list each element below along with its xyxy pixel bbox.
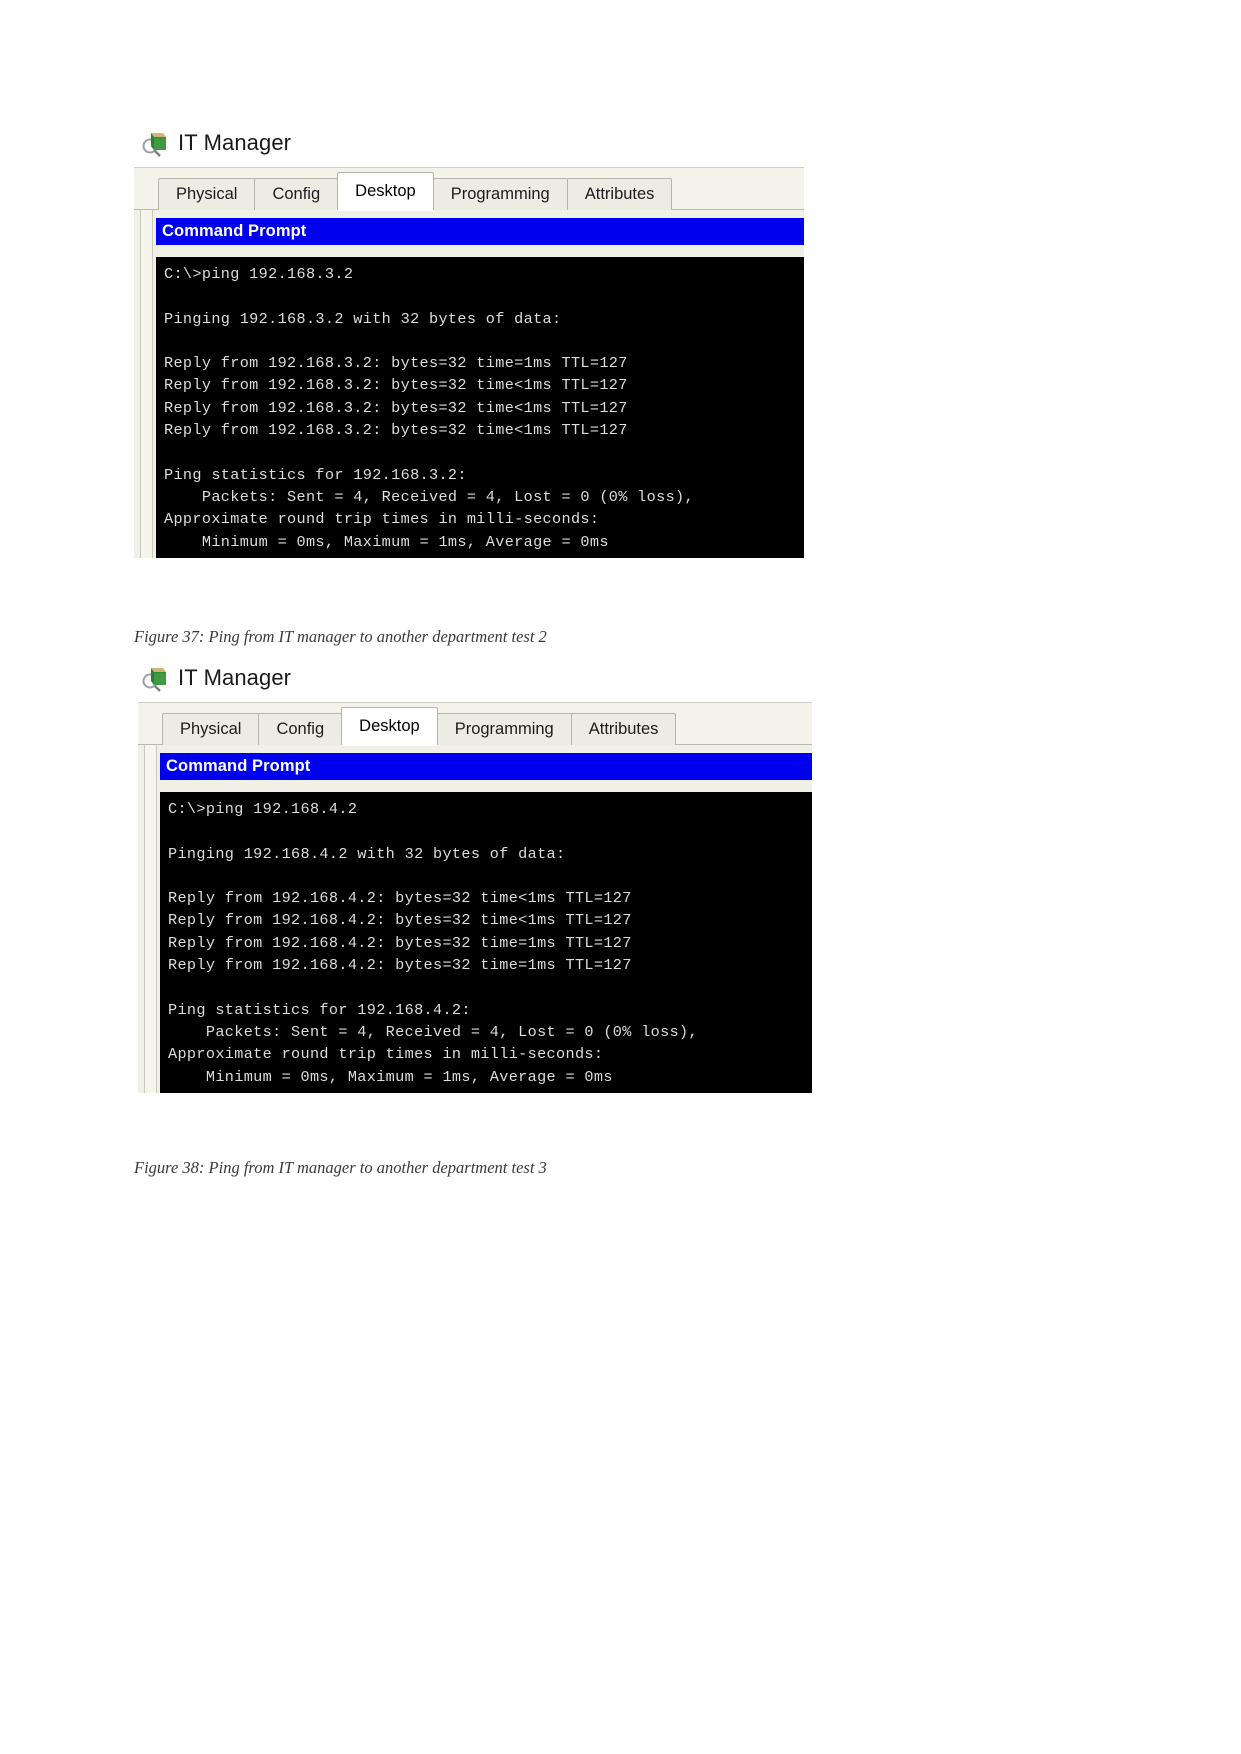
- terminal-line: Approximate round trip times in milli-se…: [168, 1045, 604, 1064]
- terminal-line: Reply from 192.168.3.2: bytes=32 time<1m…: [164, 398, 628, 417]
- command-prompt-titlebar-1: Command Prompt: [156, 218, 804, 245]
- figure-block-1: IT Manager Physical Config Desktop Progr…: [134, 125, 1134, 558]
- pc-device-icon: [141, 129, 169, 157]
- tab-config[interactable]: Config: [258, 713, 343, 745]
- tab-strip-2: Physical Config Desktop Programming Attr…: [138, 703, 812, 745]
- terminal-line: Minimum = 0ms, Maximum = 1ms, Average = …: [164, 532, 609, 551]
- terminal-line: Pinging 192.168.4.2 with 32 bytes of dat…: [168, 844, 566, 863]
- tab-config[interactable]: Config: [254, 178, 339, 210]
- terminal-output-1[interactable]: C:\>ping 192.168.3.2 Pinging 192.168.3.2…: [156, 257, 804, 558]
- panel-spacer-2: [160, 780, 812, 792]
- device-window-title-1: IT Manager: [134, 125, 1134, 161]
- terminal-line: Reply from 192.168.3.2: bytes=32 time=1m…: [164, 354, 628, 373]
- pc-device-icon: [141, 664, 169, 692]
- desktop-tab-panel-2: Command Prompt C:\>ping 192.168.4.2 Ping…: [138, 745, 812, 1093]
- terminal-line: Reply from 192.168.4.2: bytes=32 time<1m…: [168, 911, 632, 930]
- device-name-label: IT Manager: [178, 130, 292, 155]
- panel-spacer-1: [156, 245, 804, 257]
- tab-desktop[interactable]: Desktop: [337, 172, 434, 210]
- tab-programming[interactable]: Programming: [436, 713, 572, 745]
- terminal-line: Approximate round trip times in milli-se…: [164, 510, 600, 529]
- figure-caption-1: Figure 37: Ping from IT manager to anoth…: [134, 627, 547, 646]
- packet-tracer-window-2: Physical Config Desktop Programming Attr…: [138, 702, 812, 1093]
- terminal-line: Minimum = 0ms, Maximum = 1ms, Average = …: [168, 1067, 613, 1086]
- terminal-line: Reply from 192.168.3.2: bytes=32 time<1m…: [164, 376, 628, 395]
- tab-attributes[interactable]: Attributes: [570, 713, 677, 745]
- terminal-line: Packets: Sent = 4, Received = 4, Lost = …: [168, 1022, 698, 1041]
- tab-desktop[interactable]: Desktop: [341, 707, 438, 745]
- device-window-title-2: IT Manager: [134, 660, 1134, 696]
- tab-physical[interactable]: Physical: [158, 178, 256, 210]
- tab-attributes[interactable]: Attributes: [566, 178, 673, 210]
- terminal-line: Reply from 192.168.4.2: bytes=32 time=1m…: [168, 933, 632, 952]
- panel-scrollbar-1[interactable]: [140, 210, 153, 558]
- terminal-output-2[interactable]: C:\>ping 192.168.4.2 Pinging 192.168.4.2…: [160, 792, 812, 1093]
- terminal-line: Reply from 192.168.4.2: bytes=32 time=1m…: [168, 956, 632, 975]
- document-page: IT Manager Physical Config Desktop Progr…: [0, 0, 1241, 1754]
- tab-programming[interactable]: Programming: [432, 178, 568, 210]
- terminal-line: C:\>ping 192.168.3.2: [164, 265, 354, 283]
- terminal-line: Reply from 192.168.3.2: bytes=32 time<1m…: [164, 421, 628, 440]
- terminal-line: Ping statistics for 192.168.3.2:: [164, 465, 467, 484]
- figure-caption-2: Figure 38: Ping from IT manager to anoth…: [134, 1158, 547, 1177]
- tab-physical[interactable]: Physical: [162, 713, 260, 745]
- packet-tracer-window-1: Physical Config Desktop Programming Attr…: [134, 167, 804, 558]
- command-prompt-titlebar-2: Command Prompt: [160, 753, 812, 780]
- terminal-line: Ping statistics for 192.168.4.2:: [168, 1000, 471, 1019]
- panel-scrollbar-2[interactable]: [144, 745, 157, 1093]
- terminal-line: C:\>ping 192.168.4.2: [168, 800, 358, 818]
- terminal-line: Pinging 192.168.3.2 with 32 bytes of dat…: [164, 309, 562, 328]
- figure-block-2: IT Manager Physical Config Desktop Progr…: [134, 660, 1134, 1093]
- device-name-label: IT Manager: [178, 665, 292, 690]
- tab-strip-1: Physical Config Desktop Programming Attr…: [134, 168, 804, 210]
- terminal-line: Reply from 192.168.4.2: bytes=32 time<1m…: [168, 889, 632, 908]
- terminal-line: Packets: Sent = 4, Received = 4, Lost = …: [164, 487, 694, 506]
- desktop-tab-panel-1: Command Prompt C:\>ping 192.168.3.2 Ping…: [134, 210, 804, 558]
